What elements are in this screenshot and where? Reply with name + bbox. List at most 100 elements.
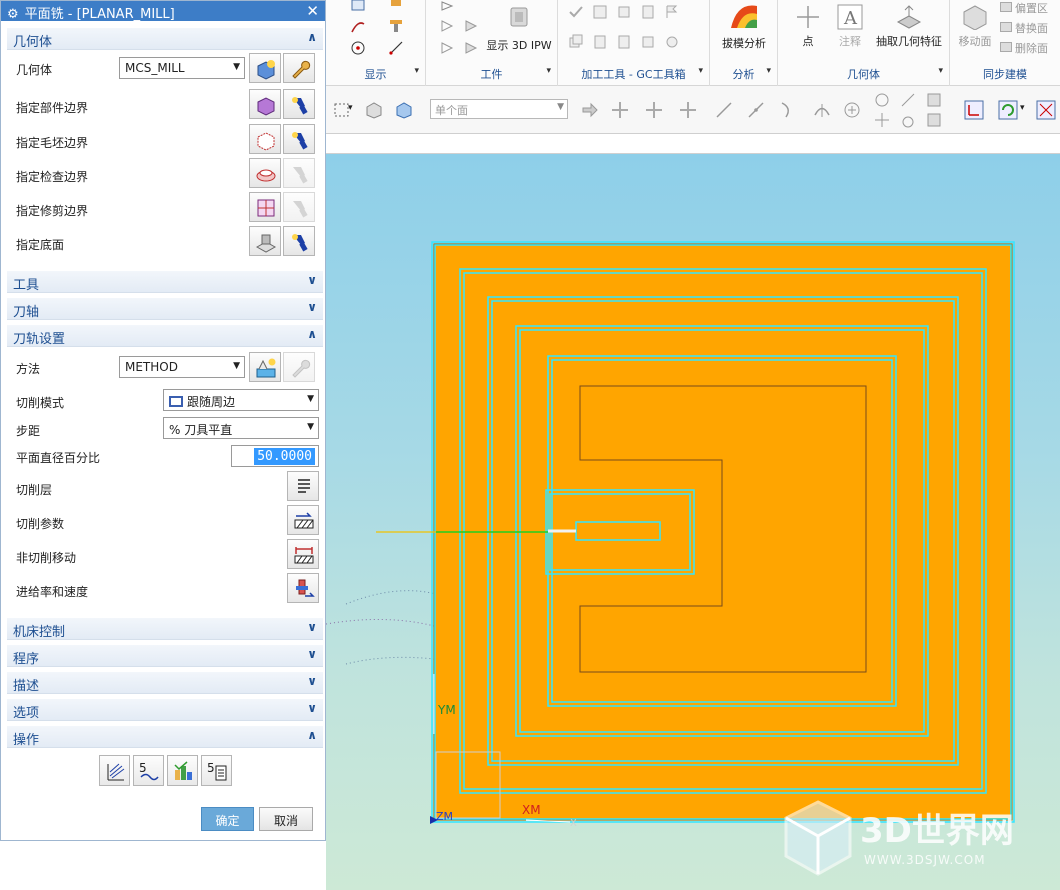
point-snap-icon[interactable] [872, 110, 892, 130]
part-boundary-select-button[interactable] [249, 89, 281, 119]
part-boundary-show-button[interactable] [283, 89, 315, 119]
path-replay-icon[interactable] [440, 0, 456, 16]
extract-geometry-button[interactable]: 抽取几何特征 [872, 4, 946, 49]
ok-button[interactable]: 确定 [201, 807, 254, 831]
target-point-icon[interactable] [350, 40, 366, 56]
close-icon[interactable]: ✕ [306, 2, 319, 20]
gc-flag-icon[interactable] [664, 4, 680, 20]
fit-view-icon[interactable] [1036, 100, 1056, 120]
new-geometry-button[interactable] [249, 53, 281, 83]
cancel-button[interactable]: 取消 [259, 807, 313, 831]
cutting-parameters-button[interactable] [287, 505, 319, 535]
section-actions[interactable]: 操作 ∧ [7, 726, 323, 748]
refresh-view-icon[interactable] [998, 100, 1018, 120]
specify-check-boundary-label: 指定检查边界 [16, 170, 89, 184]
snap-cross-icon[interactable] [610, 100, 630, 120]
gc-copy-icon[interactable] [568, 34, 584, 50]
gc-check-icon[interactable] [568, 4, 584, 20]
floor-select-button[interactable] [249, 226, 281, 256]
method-select[interactable]: METHOD ▼ [119, 356, 245, 378]
line-mid-snap-icon[interactable] [746, 100, 766, 120]
zm-label: ZM [436, 810, 453, 823]
box-dropdown-icon[interactable]: ▾ [348, 100, 356, 120]
ribbon-group-label-analysis: 分析 ▾ [732, 66, 772, 81]
gc-page-icon[interactable] [592, 34, 608, 50]
percent-flat-diameter-input[interactable]: 50.0000 [231, 445, 319, 467]
gc-tool-icon[interactable] [616, 4, 632, 20]
arrow-right-icon[interactable] [580, 100, 600, 120]
geometry-select[interactable]: MCS_MILL ▼ [119, 57, 245, 79]
list-toolpath-button[interactable]: 5 [201, 755, 232, 786]
wcs-icon[interactable] [964, 100, 984, 120]
annotation-button[interactable]: A 注释 [830, 4, 870, 49]
slash-snap-icon[interactable] [898, 90, 918, 110]
refresh-dropdown-icon[interactable]: ▾ [1020, 100, 1028, 120]
offset-region-button[interactable]: 偏置区 [1000, 0, 1058, 16]
quadrant-snap-icon[interactable] [872, 90, 892, 110]
gc-tool2-icon[interactable] [640, 34, 656, 50]
grid-snap2-icon[interactable] [924, 110, 944, 130]
trim-boundary-select-button[interactable] [249, 192, 281, 222]
snap-cross3-icon[interactable] [678, 100, 698, 120]
graphics-viewport[interactable]: YM ZM XM X [326, 154, 1060, 890]
generate-toolpath-button[interactable] [99, 755, 130, 786]
edit-method-button[interactable] [283, 352, 315, 382]
path-verify-icon[interactable] [440, 40, 456, 56]
section-description[interactable]: 描述 ∨ [7, 672, 323, 694]
path-generate-icon[interactable] [440, 18, 456, 34]
section-path-settings[interactable]: 刀轨设置 ∧ [7, 325, 323, 347]
line-vector-icon[interactable] [388, 40, 404, 56]
gc-doc-icon[interactable] [640, 4, 656, 20]
path-list-icon[interactable] [464, 18, 480, 34]
path-filter-icon[interactable] [464, 40, 480, 56]
snap-cross2-icon[interactable] [644, 100, 664, 120]
edit-geometry-button[interactable] [283, 53, 315, 83]
tool-display-icon[interactable] [388, 18, 404, 34]
delete-face-button[interactable]: 删除面 [1000, 40, 1058, 56]
section-tool-axis[interactable]: 刀轴 ∨ [7, 298, 323, 320]
arc-center-snap-icon[interactable] [812, 100, 832, 120]
circle-snap-icon[interactable] [842, 100, 862, 120]
new-method-button[interactable] [249, 352, 281, 382]
drafting-analysis-button[interactable]: 拔模分析 [714, 0, 774, 51]
trim-boundary-show-button[interactable] [283, 192, 315, 222]
chevron-up-icon: ∧ [307, 327, 317, 341]
point-button[interactable]: 点 [790, 4, 826, 49]
view-triad-icon[interactable] [350, 0, 366, 16]
section-options[interactable]: 选项 ∨ [7, 699, 323, 721]
grid-snap-icon[interactable] [924, 90, 944, 110]
gc-list-icon[interactable] [616, 34, 632, 50]
section-tool[interactable]: 工具 ∨ [7, 271, 323, 293]
check-boundary-select-button[interactable] [249, 158, 281, 188]
dialog-title-bar[interactable]: ⚙ 平面铣 - [PLANAR_MILL] ✕ [1, 1, 325, 22]
solid-body-icon[interactable] [364, 100, 384, 120]
extract-geometry-icon [896, 5, 922, 29]
cut-pattern-select[interactable]: 跟随周边 ▼ [163, 389, 319, 411]
feeds-and-speeds-button[interactable] [287, 573, 319, 603]
non-cutting-moves-button[interactable] [287, 539, 319, 569]
cut-levels-icon [298, 479, 310, 493]
cut-levels-button[interactable] [287, 471, 319, 501]
tangent-snap-icon[interactable] [898, 110, 918, 130]
floor-show-button[interactable] [283, 226, 315, 256]
line-snap-icon[interactable] [714, 100, 734, 120]
check-boundary-show-button[interactable] [283, 158, 315, 188]
gc-report-icon[interactable] [592, 4, 608, 20]
blank-boundary-show-button[interactable] [283, 124, 315, 154]
gc-settings-icon[interactable] [664, 34, 680, 50]
stepover-select[interactable]: % 刀具平直 ▼ [163, 417, 319, 439]
face-filter-select[interactable]: 单个面 ▼ [430, 99, 568, 119]
section-geometry[interactable]: 几何体 ∧ [7, 28, 323, 50]
section-program[interactable]: 程序 ∨ [7, 645, 323, 667]
replay-toolpath-button[interactable]: 5 [133, 755, 164, 786]
tool-holder-icon[interactable] [388, 0, 404, 16]
face-select-icon[interactable] [394, 100, 414, 120]
replace-face-button[interactable]: 替换面 [1000, 20, 1058, 36]
verify-toolpath-button[interactable] [167, 755, 198, 786]
curve-icon[interactable] [350, 18, 366, 34]
blank-boundary-select-button[interactable] [249, 124, 281, 154]
curve-snap-icon[interactable] [778, 100, 798, 120]
section-machine-control[interactable]: 机床控制 ∨ [7, 618, 323, 640]
move-face-button[interactable]: 移动面 [954, 2, 996, 49]
show-3d-ipw-button[interactable]: 显示 3D IPW [484, 4, 554, 53]
